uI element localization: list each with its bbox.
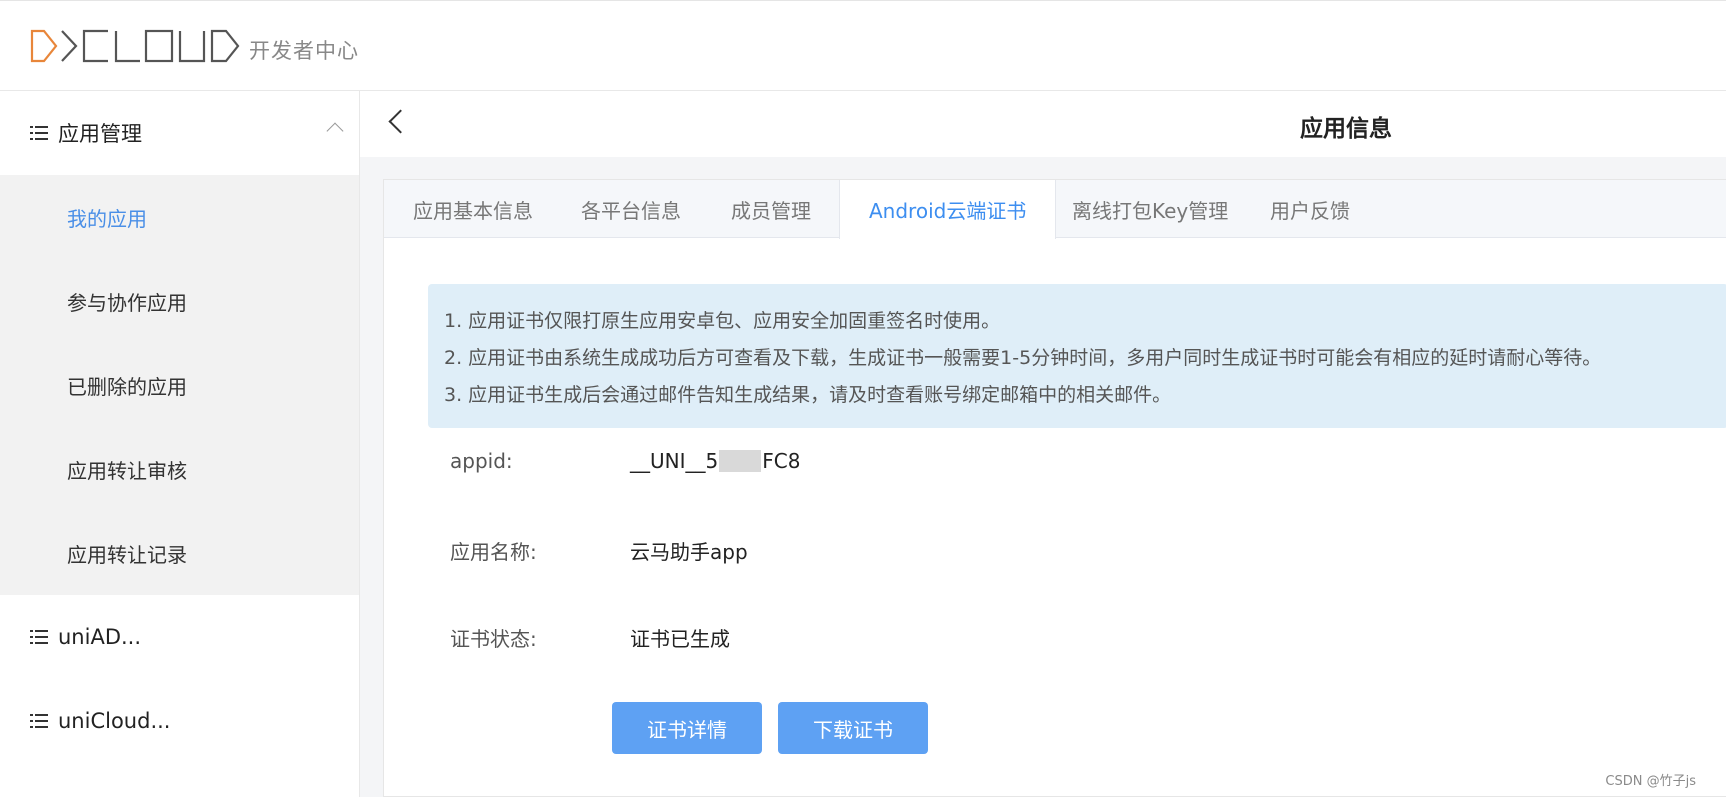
sidebar-group-label: uniCloud... — [58, 709, 171, 733]
sidebar-submenu: 我的应用 参与协作应用 已删除的应用 应用转让审核 应用转让记录 — [0, 175, 359, 595]
cert-detail-button[interactable]: 证书详情 — [612, 702, 762, 754]
list-icon — [30, 630, 48, 644]
sidebar: 应用管理 我的应用 参与协作应用 已删除的应用 应用转让审核 应用转让记录 un… — [0, 91, 360, 797]
dcloud-logo[interactable] — [30, 29, 240, 63]
sidebar-group-label: uniAD... — [58, 625, 142, 649]
cert-status-label: 证书状态: — [450, 627, 537, 651]
app-info-card: 应用基本信息 各平台信息 成员管理 Android云端证书 离线打包Key管理 … — [383, 179, 1726, 797]
appid-prefix: __UNI__5 — [630, 449, 719, 473]
tab-feedback[interactable]: 用户反馈 — [1241, 180, 1379, 238]
sidebar-item-transfer-records[interactable]: 应用转让记录 — [0, 511, 359, 595]
tab-basic-info[interactable]: 应用基本信息 — [384, 180, 562, 238]
notice-line: 3. 应用证书生成后会通过邮件告知生成结果，请及时查看账号绑定邮箱中的相关邮件。 — [444, 384, 1172, 406]
cert-status-value: 证书已生成 — [630, 627, 730, 651]
list-icon — [30, 126, 48, 140]
sidebar-item-my-apps[interactable]: 我的应用 — [0, 175, 359, 259]
appid-suffix: FC8 — [762, 449, 801, 473]
download-cert-button[interactable]: 下载证书 — [778, 702, 928, 754]
sidebar-group-uniad[interactable]: uniAD... — [0, 595, 359, 679]
logo-subtitle: 开发者中心 — [249, 39, 359, 63]
tab-bar: 应用基本信息 各平台信息 成员管理 Android云端证书 离线打包Key管理 … — [384, 180, 1726, 239]
app-name-value: 云马助手app — [630, 540, 748, 564]
page-header: 应用信息 — [360, 91, 1726, 157]
watermark: CSDN @竹子js — [1605, 774, 1696, 789]
chevron-up-icon[interactable] — [326, 122, 344, 140]
sidebar-item-deleted-apps[interactable]: 已删除的应用 — [0, 343, 359, 427]
dcloud-logo-mark — [30, 29, 240, 63]
tab-platform-info[interactable]: 各平台信息 — [552, 180, 710, 238]
app-name-label: 应用名称: — [450, 540, 537, 564]
sidebar-group-app-management[interactable]: 应用管理 — [0, 91, 359, 175]
top-header: 开发者中心 — [0, 0, 1726, 91]
page-title: 应用信息 — [1300, 116, 1392, 142]
sidebar-group-label: 应用管理 — [58, 122, 142, 146]
sidebar-item-collab-apps[interactable]: 参与协作应用 — [0, 259, 359, 343]
main-content: 应用信息 应用基本信息 各平台信息 成员管理 Android云端证书 离线打包K… — [360, 91, 1726, 797]
appid-label: appid: — [450, 449, 513, 473]
sidebar-group-unicloud[interactable]: uniCloud... — [0, 679, 359, 763]
sidebar-item-transfer-review[interactable]: 应用转让审核 — [0, 427, 359, 511]
chevron-left-icon[interactable] — [386, 109, 413, 134]
notice-line: 1. 应用证书仅限打原生应用安卓包、应用安全加固重签名时使用。 — [444, 310, 1001, 332]
notice-box: 1. 应用证书仅限打原生应用安卓包、应用安全加固重签名时使用。 2. 应用证书由… — [428, 284, 1726, 428]
tab-offline-key[interactable]: 离线打包Key管理 — [1043, 180, 1257, 238]
appid-value: __UNI__5 FC8 — [630, 449, 800, 473]
tab-android-cert[interactable]: Android云端证书 — [839, 180, 1057, 239]
list-icon — [30, 714, 48, 728]
redacted-block — [719, 450, 762, 472]
notice-line: 2. 应用证书由系统生成成功后方可查看及下载，生成证书一般需要1-5分钟时间，多… — [444, 347, 1602, 369]
tab-members[interactable]: 成员管理 — [702, 180, 840, 238]
